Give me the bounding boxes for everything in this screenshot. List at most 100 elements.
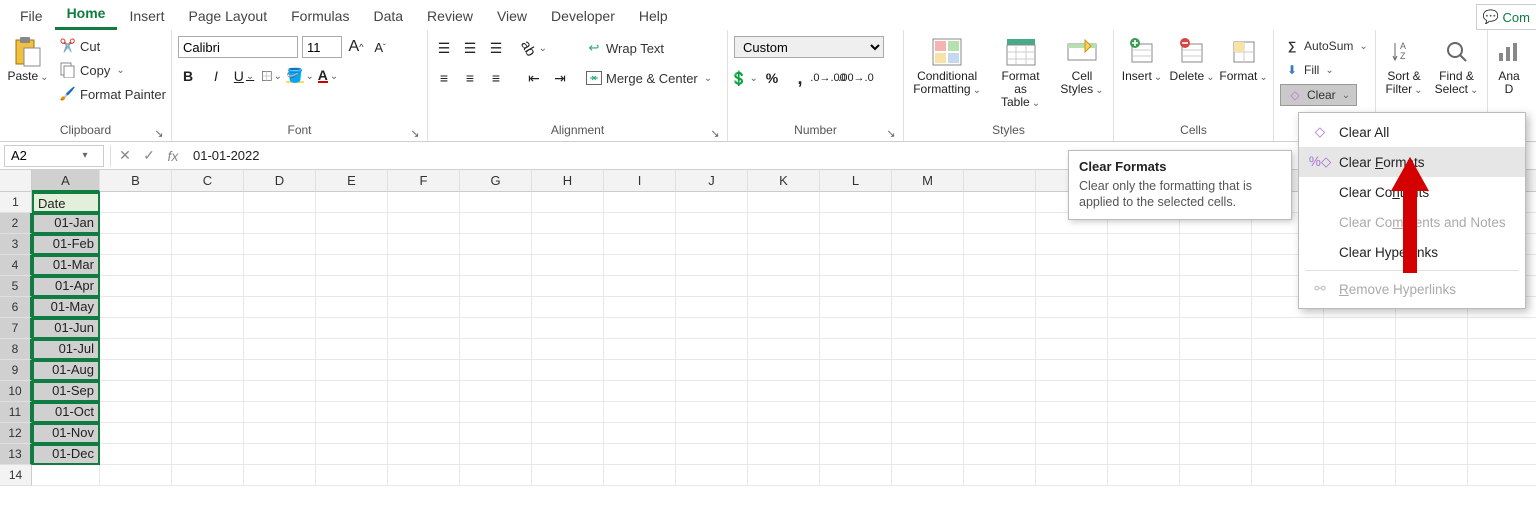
cell[interactable] [388,255,460,276]
cell[interactable] [172,318,244,339]
row-header-4[interactable]: 4 [0,255,32,276]
tab-help[interactable]: Help [627,2,680,30]
cell[interactable] [964,339,1036,360]
cell[interactable] [532,234,604,255]
cell[interactable] [604,318,676,339]
fill-button[interactable]: ⬇ Fill [1280,60,1338,80]
cut-button[interactable]: ✂️ Cut [56,36,170,56]
cell[interactable] [1108,255,1180,276]
cell[interactable] [892,318,964,339]
tab-page-layout[interactable]: Page Layout [176,2,279,30]
cell[interactable] [1036,339,1108,360]
cell[interactable] [172,402,244,423]
cell[interactable] [1324,444,1396,465]
cell[interactable]: 01-Oct [32,402,100,423]
cell[interactable] [1396,339,1468,360]
cell[interactable] [820,360,892,381]
cell[interactable] [1468,444,1536,465]
cell[interactable] [100,213,172,234]
cell[interactable] [388,381,460,402]
row-header-8[interactable]: 8 [0,339,32,360]
cell[interactable] [676,192,748,213]
middle-align-button[interactable]: ☰ [460,38,480,58]
cell[interactable] [676,213,748,234]
cell[interactable] [892,423,964,444]
tab-developer[interactable]: Developer [539,2,627,30]
col-header-G[interactable]: G [460,170,532,192]
cell[interactable] [676,402,748,423]
cell[interactable] [316,381,388,402]
cell[interactable] [388,318,460,339]
cell[interactable] [1396,402,1468,423]
cell[interactable] [964,255,1036,276]
cell[interactable] [316,213,388,234]
cell[interactable] [1036,255,1108,276]
cell[interactable] [388,276,460,297]
conditional-formatting-button[interactable]: Conditional Formatting [910,34,984,98]
number-format-select[interactable]: Custom [734,36,884,58]
cell[interactable] [100,255,172,276]
cell[interactable] [964,360,1036,381]
cell[interactable] [460,465,532,486]
percent-button[interactable]: % [762,68,782,88]
orientation-button[interactable]: ab [524,38,544,58]
cell[interactable] [1108,402,1180,423]
analyze-data-button[interactable]: Ana D [1494,34,1524,98]
cell[interactable] [100,276,172,297]
cell[interactable] [1108,297,1180,318]
format-painter-button[interactable]: 🖌️ Format Painter [56,84,170,104]
cell[interactable] [172,339,244,360]
cell[interactable] [964,234,1036,255]
cell[interactable] [460,339,532,360]
cell[interactable] [1036,381,1108,402]
tab-review[interactable]: Review [415,2,485,30]
cell[interactable] [604,465,676,486]
cell[interactable] [460,276,532,297]
decrease-decimal-button[interactable]: .00→.0 [846,68,866,88]
clear-formats-item[interactable]: %◇ Clear Formats [1299,147,1525,177]
cell[interactable] [244,234,316,255]
cell[interactable] [1108,318,1180,339]
select-all-corner[interactable] [0,170,32,192]
cell[interactable] [460,234,532,255]
cell-styles-button[interactable]: Cell Styles [1057,34,1107,98]
cell[interactable] [676,276,748,297]
cell[interactable] [1324,339,1396,360]
tab-data[interactable]: Data [361,2,415,30]
cell[interactable] [892,381,964,402]
cell[interactable] [604,213,676,234]
cell[interactable] [604,381,676,402]
cell[interactable] [388,360,460,381]
cell[interactable] [604,402,676,423]
cell[interactable] [1036,465,1108,486]
cell[interactable] [172,234,244,255]
cell[interactable] [1468,318,1536,339]
cell[interactable] [532,255,604,276]
cell[interactable] [1468,465,1536,486]
cell[interactable] [1108,381,1180,402]
cell[interactable] [532,297,604,318]
cell[interactable] [532,402,604,423]
decrease-indent-button[interactable]: ⇤ [524,68,544,88]
cell[interactable] [964,318,1036,339]
cell[interactable] [892,255,964,276]
accounting-format-button[interactable]: 💲 [734,68,754,88]
cell[interactable] [1396,465,1468,486]
cell[interactable] [1036,318,1108,339]
cell[interactable] [1324,465,1396,486]
cell[interactable]: 01-May [32,297,100,318]
cell[interactable] [820,423,892,444]
col-header-C[interactable]: C [172,170,244,192]
cell[interactable] [820,255,892,276]
cell[interactable] [964,423,1036,444]
cell[interactable]: 01-Aug [32,360,100,381]
cell[interactable] [820,276,892,297]
row-header-5[interactable]: 5 [0,276,32,297]
cell[interactable] [676,297,748,318]
sort-filter-button[interactable]: AZ Sort & Filter [1382,34,1426,98]
cell[interactable] [388,234,460,255]
merge-center-button[interactable]: Merge & Center [582,68,716,88]
fx-button[interactable]: fx [161,148,185,164]
cell[interactable] [1252,381,1324,402]
cell[interactable] [1036,297,1108,318]
